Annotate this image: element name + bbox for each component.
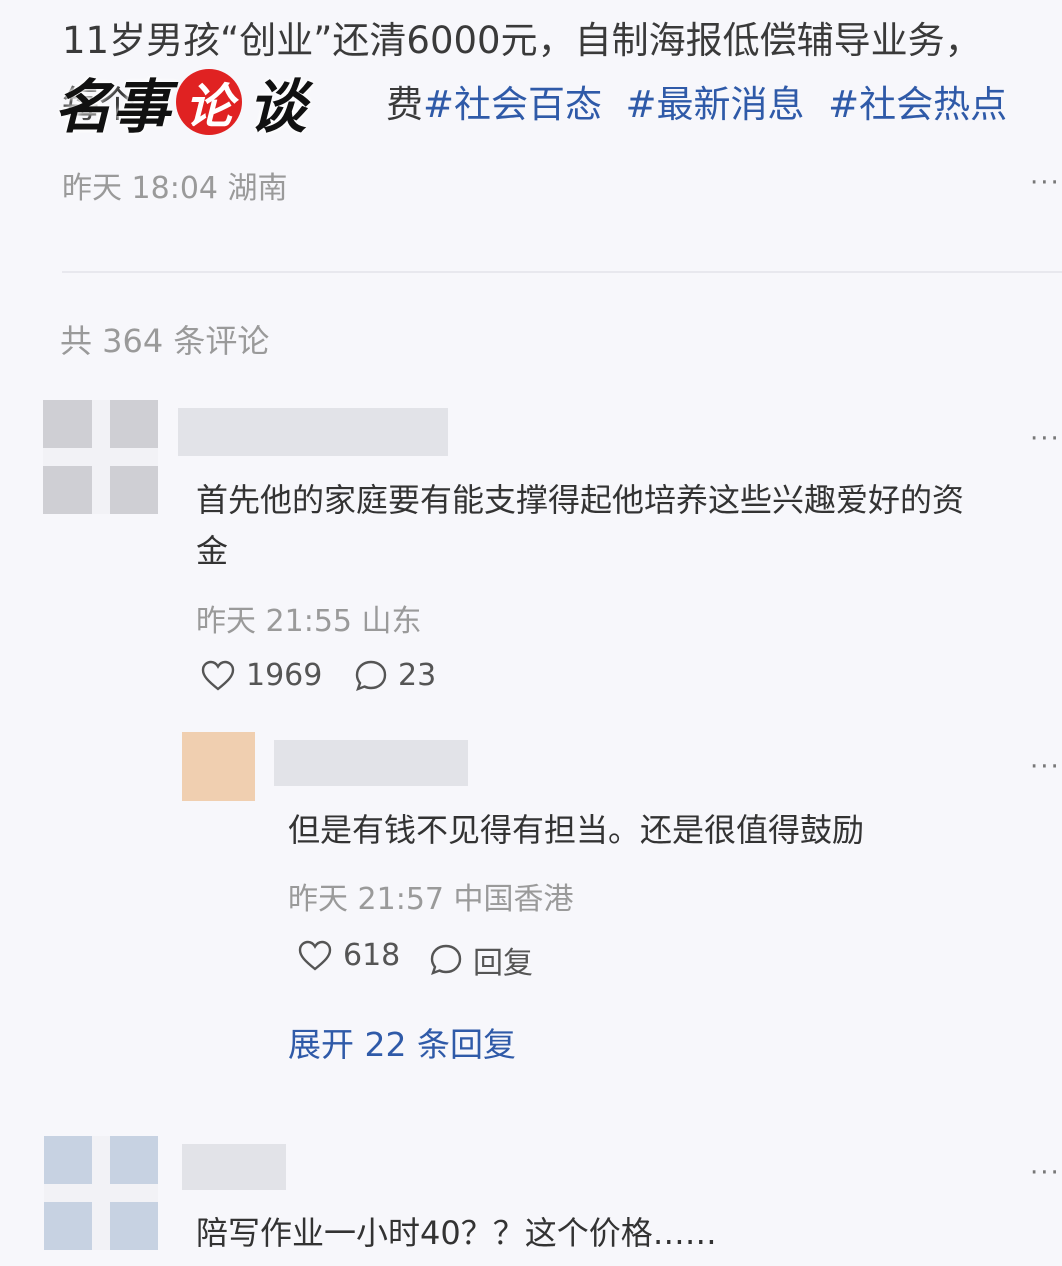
- divider: [62, 271, 1062, 273]
- comment-more-button[interactable]: ···: [1030, 424, 1061, 454]
- reply-meta: 昨天 21:57 中国香港: [288, 874, 574, 918]
- comment-count: 共 364 条评论: [60, 322, 270, 360]
- comment-meta: 昨天 21:55 山东: [196, 596, 422, 640]
- watermark-char-2: 事: [112, 73, 171, 141]
- reply-count: 23: [398, 658, 437, 693]
- comment-bubble-icon: [355, 660, 387, 691]
- reply-more-button[interactable]: ···: [1030, 752, 1061, 782]
- watermark-logo: 名 事 论 谈: [54, 62, 306, 142]
- avatar[interactable]: [44, 1136, 158, 1250]
- reply-reply-label: 回复: [473, 946, 533, 981]
- comment-text-line2: 金: [196, 532, 229, 570]
- post-title-mid: 费: [386, 83, 423, 126]
- comment-time: 昨天 21:55: [196, 604, 352, 639]
- like-count: 1969: [246, 658, 323, 693]
- post-time: 昨天 18:04: [62, 171, 218, 206]
- heart-icon: [298, 940, 332, 971]
- reply-reply-button[interactable]: 回复: [429, 938, 533, 982]
- expand-replies-link[interactable]: 展开 22 条回复: [288, 1018, 516, 1066]
- hashtag-hot[interactable]: #社会热点: [828, 83, 1007, 126]
- heart-icon: [201, 660, 235, 691]
- watermark-char-1: 名: [54, 73, 113, 141]
- reply-time: 昨天 21:57: [288, 882, 444, 917]
- watermark-char-3: 论: [176, 69, 243, 135]
- reply-like-count: 618: [343, 938, 401, 973]
- comment-more-button[interactable]: ···: [1030, 1158, 1061, 1188]
- username-redacted[interactable]: [182, 1144, 286, 1190]
- avatar[interactable]: [43, 400, 158, 514]
- post-title-line1: 11岁男孩“创业”还清6000元，自制海报低偿辅导业务，: [62, 19, 982, 62]
- post-meta: 昨天 18:04 湖南: [62, 163, 288, 207]
- comment-text: 陪写作业一小时40？？这个价格……: [196, 1214, 717, 1252]
- comment-location: 山东: [361, 604, 422, 639]
- reply-text: 但是有钱不见得有担当。还是很值得鼓励: [288, 811, 865, 849]
- like-button[interactable]: 1969: [200, 658, 322, 693]
- comment-bubble-icon: [430, 944, 462, 976]
- reply-like-button[interactable]: 618: [297, 938, 400, 973]
- hashtag-society[interactable]: #社会百态: [423, 83, 602, 126]
- reply-location: 中国香港: [453, 882, 574, 917]
- post-location: 湖南: [227, 171, 288, 206]
- watermark-char-4: 谈: [248, 73, 307, 141]
- reply-button[interactable]: 23: [354, 658, 436, 693]
- hashtag-latest[interactable]: #最新消息: [626, 83, 805, 126]
- reply-avatar[interactable]: [182, 732, 255, 801]
- reply-username-redacted[interactable]: [274, 740, 468, 786]
- comment-text-line1: 首先他的家庭要有能支撑得起他培养这些兴趣爱好的资: [196, 481, 965, 519]
- post-more-button[interactable]: ···: [1030, 168, 1061, 198]
- username-redacted[interactable]: [178, 408, 448, 456]
